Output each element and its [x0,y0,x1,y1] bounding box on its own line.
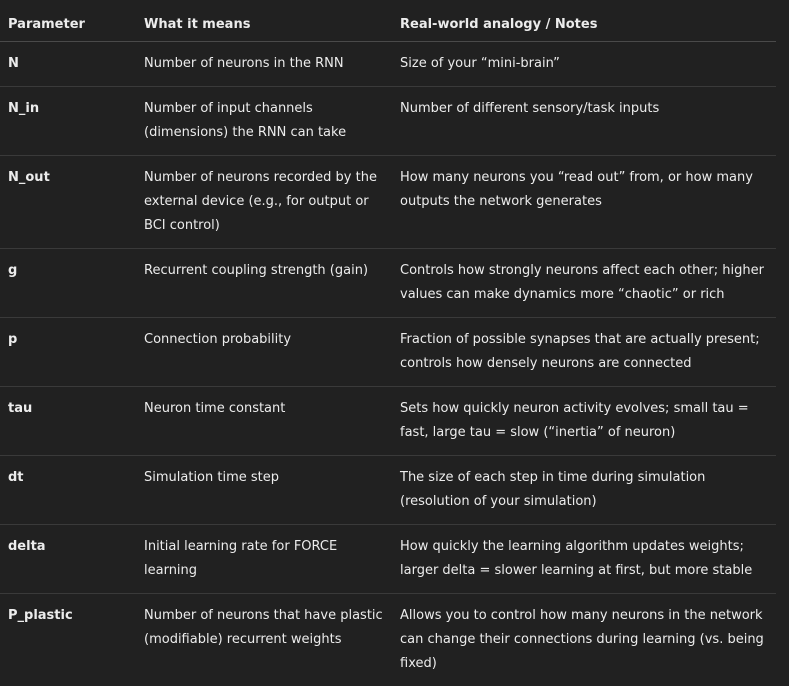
table-body: N Number of neurons in the RNN Size of y… [0,42,776,686]
header-row: Parameter What it means Real-world analo… [0,0,776,42]
table-header: Parameter What it means Real-world analo… [0,0,776,42]
param-cell: g [0,249,136,318]
meaning-cell: Number of input channels (dimensions) th… [136,87,392,156]
notes-cell: Size of your “mini-brain” [392,42,776,87]
meaning-cell: Recurrent coupling strength (gain) [136,249,392,318]
param-cell: p [0,318,136,387]
notes-cell: Fraction of possible synapses that are a… [392,318,776,387]
notes-cell: The size of each step in time during sim… [392,456,776,525]
meaning-cell: Simulation time step [136,456,392,525]
table-row: N_in Number of input channels (dimension… [0,87,776,156]
header-parameter: Parameter [0,0,136,42]
parameter-table-container: Parameter What it means Real-world analo… [0,0,789,686]
table-row: N Number of neurons in the RNN Size of y… [0,42,776,87]
table-row: P_plastic Number of neurons that have pl… [0,594,776,686]
notes-cell: How many neurons you “read out” from, or… [392,156,776,249]
table-row: delta Initial learning rate for FORCE le… [0,525,776,594]
param-cell: tau [0,387,136,456]
parameter-table: Parameter What it means Real-world analo… [0,0,776,686]
notes-cell: Number of different sensory/task inputs [392,87,776,156]
param-cell: N [0,42,136,87]
meaning-cell: Connection probability [136,318,392,387]
param-cell: delta [0,525,136,594]
meaning-cell: Number of neurons in the RNN [136,42,392,87]
table-row: p Connection probability Fraction of pos… [0,318,776,387]
notes-cell: Allows you to control how many neurons i… [392,594,776,686]
notes-cell: How quickly the learning algorithm updat… [392,525,776,594]
param-cell: N_in [0,87,136,156]
header-meaning: What it means [136,0,392,42]
table-row: g Recurrent coupling strength (gain) Con… [0,249,776,318]
param-cell: P_plastic [0,594,136,686]
param-cell: N_out [0,156,136,249]
meaning-cell: Neuron time constant [136,387,392,456]
header-notes: Real-world analogy / Notes [392,0,776,42]
meaning-cell: Number of neurons recorded by the extern… [136,156,392,249]
param-cell: dt [0,456,136,525]
table-row: tau Neuron time constant Sets how quickl… [0,387,776,456]
table-row: N_out Number of neurons recorded by the … [0,156,776,249]
notes-cell: Controls how strongly neurons affect eac… [392,249,776,318]
table-row: dt Simulation time step The size of each… [0,456,776,525]
meaning-cell: Initial learning rate for FORCE learning [136,525,392,594]
meaning-cell: Number of neurons that have plastic (mod… [136,594,392,686]
notes-cell: Sets how quickly neuron activity evolves… [392,387,776,456]
